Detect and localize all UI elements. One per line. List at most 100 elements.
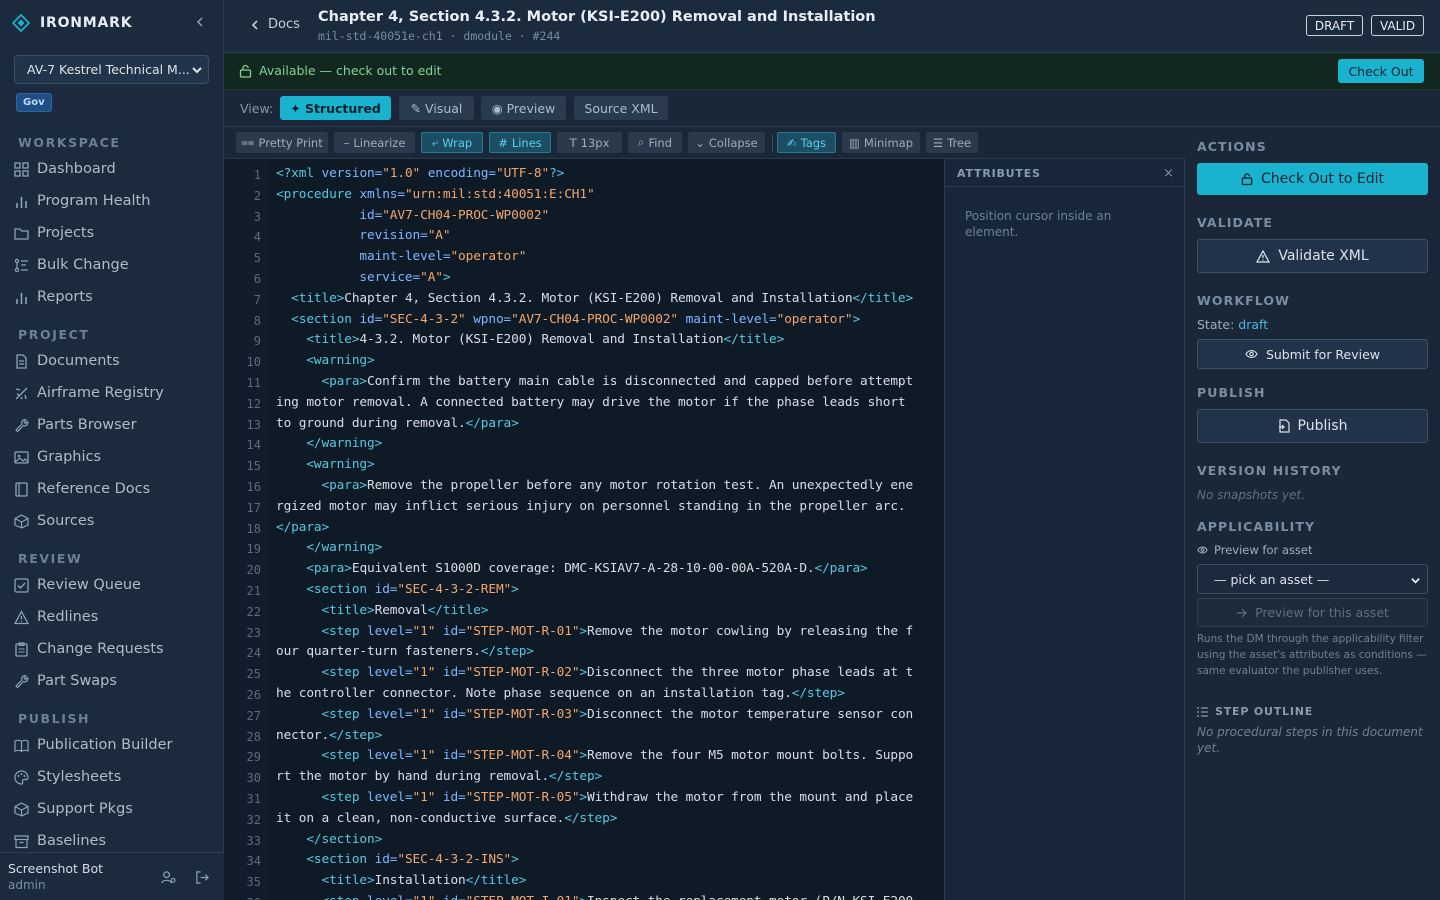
page-title: Chapter 4, Section 4.3.2. Motor (KSI-E20… [318, 9, 876, 25]
sidebar-item-review-queue[interactable]: Review Queue [14, 573, 141, 597]
validate-xml-button[interactable]: Validate XML [1197, 239, 1428, 273]
code-line: maint-level="operator" [276, 249, 527, 265]
brand[interactable]: IRONMARK [12, 12, 132, 34]
view-label: View: [240, 101, 274, 116]
check-out-to-edit-button[interactable]: Check Out to Edit [1197, 163, 1428, 195]
wrap-toggle[interactable]: ⤶ Wrap [421, 132, 483, 153]
eye-icon [1197, 546, 1208, 554]
asset-preview-label: Preview for asset [1197, 543, 1313, 557]
code-line: service="A"> [276, 270, 451, 285]
line-number: 1 [253, 168, 261, 182]
code-line: he controller connector. Note phase sequ… [276, 686, 845, 701]
code-line: rt the motor by hand during removal.</st… [276, 769, 603, 785]
line-number: 36 [224, 896, 261, 900]
palette-icon [14, 769, 29, 785]
applicability-title: APPLICABILITY [1197, 519, 1316, 534]
font-size-label: 13px [580, 135, 610, 150]
code-line: <title>Chapter 4, Section 4.3.2. Motor (… [276, 290, 914, 306]
sidebar-item-documents[interactable]: Documents [14, 349, 120, 373]
sidebar-item-projects[interactable]: Projects [14, 221, 94, 245]
back-to-docs-link[interactable]: Docs [250, 17, 300, 32]
line-number-gutter: 1 2 3 4 5 6 7 8 9 10 11 12 13 14 15 16 17 18 19 20 21 22 23 24 2… [224, 159, 269, 900]
sidebar-item-stylesheets[interactable]: Stylesheets [14, 765, 121, 789]
view-visual-tab[interactable]: ✎ Visual [399, 96, 474, 120]
linearize-button[interactable]: – Linearize [334, 132, 415, 153]
tree-icon: ☰ [932, 135, 944, 150]
sidebar-item-change-requests[interactable]: Change Requests [14, 637, 164, 661]
collapse-button[interactable]: ⌄ Collapse [688, 132, 765, 153]
view-preview-tab[interactable]: ◉ Preview [481, 96, 566, 120]
logo-icon [12, 14, 30, 32]
folder-icon [14, 226, 29, 241]
view-source-xml-tab[interactable]: Source XML [574, 96, 668, 120]
code-line: <section id="SEC-4-3-2" wpno="AV7-CH04-P… [276, 311, 861, 327]
xml-code-editor[interactable]: 1 2 3 4 5 6 7 8 9 10 11 12 13 14 15 16 17 18 19 20 21 22 23 24 2… [224, 159, 944, 900]
line-number: 13 [246, 417, 261, 432]
line-number: 6 [253, 272, 261, 286]
chevron-down-icon [191, 64, 203, 76]
book-icon [14, 481, 29, 497]
sidebar-item-sources[interactable]: Sources [14, 509, 94, 533]
pretty-print-icon: ⩵ [241, 135, 255, 149]
sidebar-item-bulk-change[interactable]: Bulk Change [14, 253, 129, 277]
line-number: 29 [246, 750, 261, 765]
manual-select-value: AV-7 Kestrel Technical M... [27, 62, 190, 77]
sidebar-item-part-swaps[interactable]: Part Swaps [14, 669, 117, 693]
check-out-button[interactable]: Check Out [1338, 59, 1424, 83]
manual-select[interactable]: AV-7 Kestrel Technical M... [14, 55, 209, 84]
sidebar-item-program-health[interactable]: Program Health [14, 189, 150, 213]
line-number: 12 [246, 396, 261, 411]
code-line: <step level="1" id="STEP-MOT-I-01">Inspe… [276, 894, 914, 900]
sidebar-item-label: Baselines [37, 833, 107, 849]
line-number: 23 [246, 625, 261, 640]
wrap-icon: ⤶ [431, 135, 439, 149]
sidebar-item-support-pkgs[interactable]: Support Pkgs [14, 797, 133, 821]
submit-for-review-button[interactable]: Submit for Review [1197, 339, 1428, 369]
lines-toggle[interactable]: # Lines [489, 132, 551, 153]
publish-button[interactable]: Publish [1197, 409, 1428, 443]
tags-toggle[interactable]: ✍ Tags [777, 132, 836, 153]
sidebar-item-parts-browser[interactable]: Parts Browser [14, 413, 137, 437]
package-icon [14, 801, 29, 817]
preview-for-asset-button[interactable]: Preview for this asset [1197, 598, 1428, 627]
find-icon: ⌕ [637, 135, 645, 149]
sidebar-item-baselines[interactable]: Baselines [14, 829, 106, 853]
font-size-button[interactable]: T 13px [557, 132, 622, 153]
preview-for-asset-label: Preview for this asset [1255, 605, 1389, 620]
collapse-sidebar-icon[interactable] [192, 14, 208, 30]
line-number: 34 [246, 854, 261, 869]
sidebar-item-redlines[interactable]: Redlines [14, 605, 98, 629]
tree-toggle[interactable]: ☰ Tree [926, 132, 978, 153]
sidebar-item-reports[interactable]: Reports [14, 285, 93, 309]
bar-chart-icon [14, 290, 29, 305]
document-header: Docs Chapter 4, Section 4.3.2. Motor (KS… [224, 0, 1440, 53]
nav-section-title: REVIEW [18, 551, 83, 566]
submit-for-review-label: Submit for Review [1265, 346, 1381, 362]
open-book-icon [14, 738, 29, 753]
step-outline-header: STEP OUTLINE [1197, 705, 1313, 718]
line-number: 22 [246, 604, 261, 619]
view-structured-tab[interactable]: ✦ Structured [280, 96, 391, 120]
close-icon[interactable]: × [1163, 166, 1174, 181]
workflow-state: State: draft [1197, 317, 1268, 332]
version-history-empty: No snapshots yet. [1197, 488, 1305, 502]
code-line: it on a clean, non-conductive surface.</… [276, 810, 618, 826]
line-number: 21 [246, 584, 261, 598]
minimap-toggle[interactable]: ▥ Minimap [842, 132, 920, 153]
user-settings-icon[interactable] [160, 869, 176, 885]
sidebar-item-reference-docs[interactable]: Reference Docs [14, 477, 150, 501]
find-button[interactable]: ⌕ Find [628, 132, 682, 153]
grid-icon [14, 161, 29, 177]
collapse-label: Collapse [708, 135, 758, 150]
logout-icon[interactable] [194, 869, 210, 885]
sidebar-item-label: Sources [37, 513, 95, 529]
check-out-to-edit-label: Check Out to Edit [1261, 171, 1384, 187]
user-role: admin [8, 878, 46, 892]
sidebar-item-publication-builder[interactable]: Publication Builder [14, 733, 172, 757]
sidebar-item-graphics[interactable]: Graphics [14, 445, 101, 469]
asset-select[interactable]: — pick an asset — [1197, 564, 1428, 594]
view-mode-bar: View: ✦ Structured ✎ Visual ◉ Preview So… [224, 90, 1440, 127]
sidebar-item-dashboard[interactable]: Dashboard [14, 157, 116, 181]
pretty-print-button[interactable]: ⩵ Pretty Print [236, 132, 328, 153]
sidebar-item-airframe-registry[interactable]: Airframe Registry [14, 381, 164, 405]
